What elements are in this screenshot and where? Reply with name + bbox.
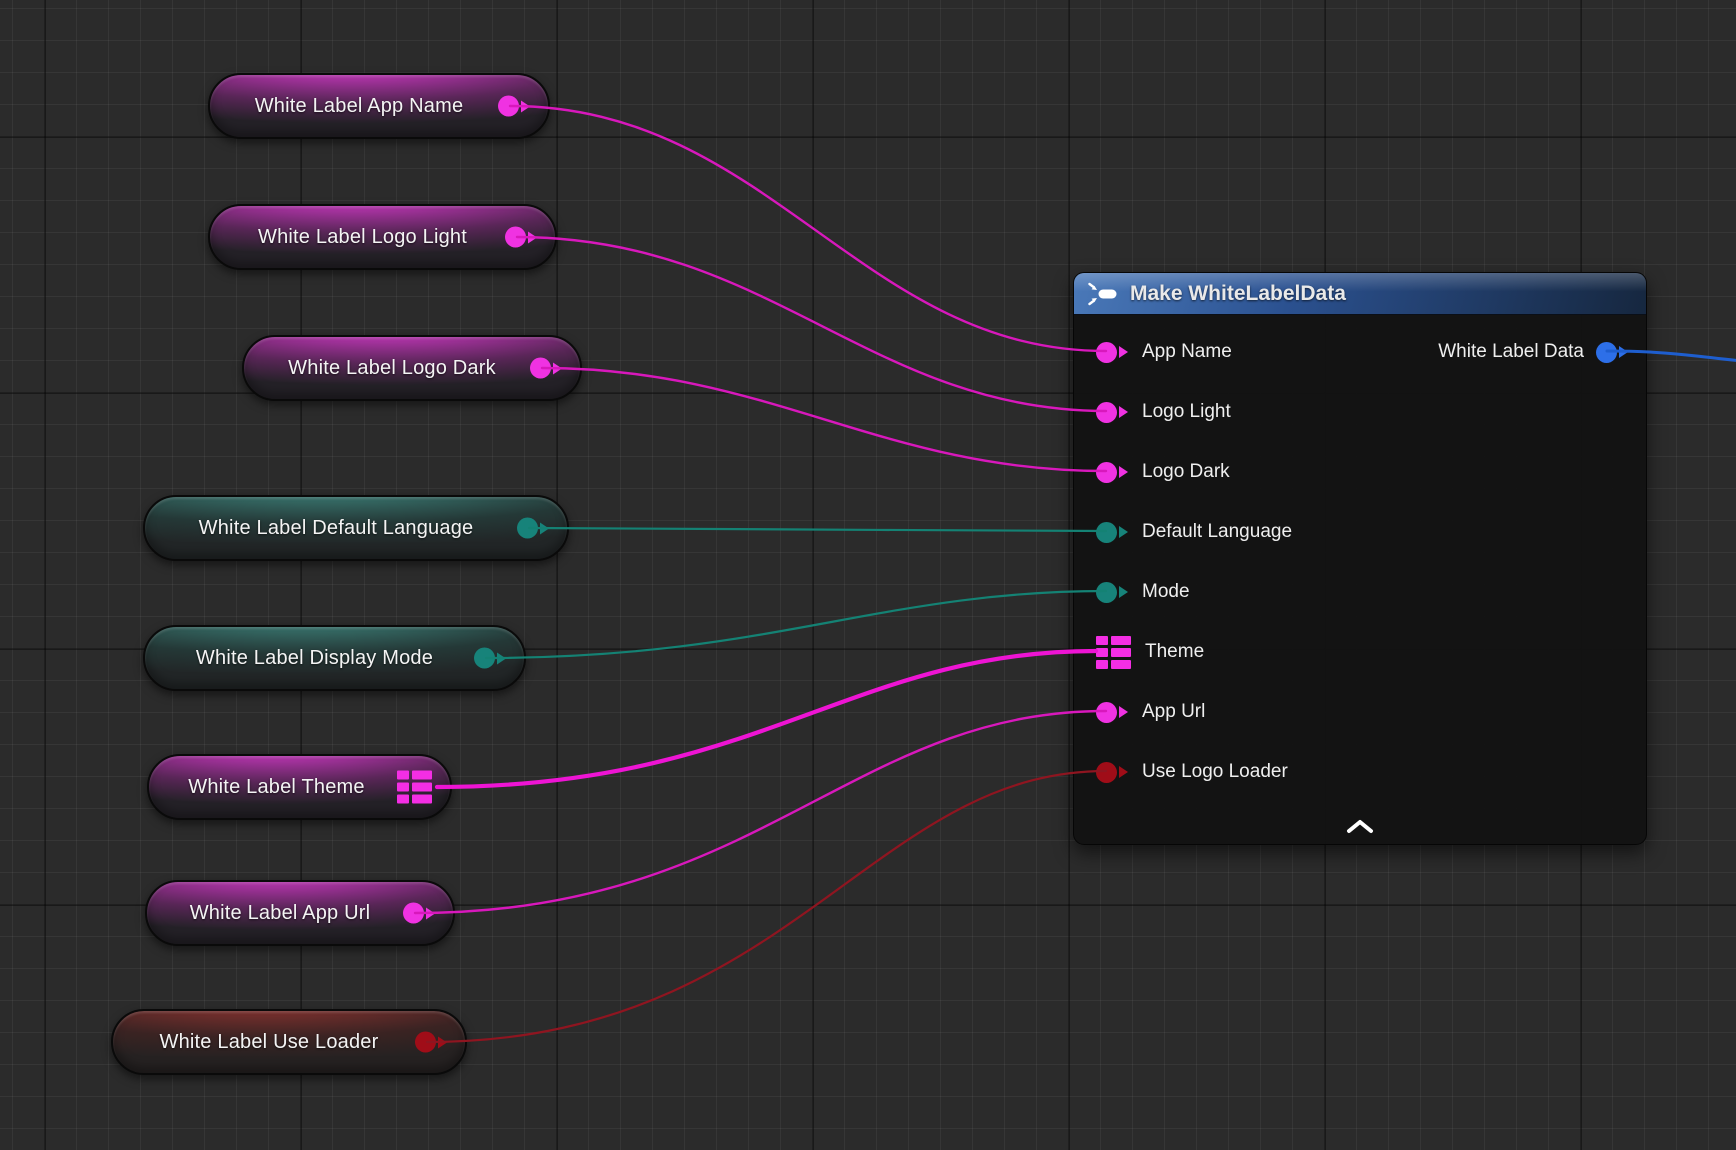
string-input-pin[interactable] [1096, 462, 1128, 483]
pin-label: Logo Dark [1142, 461, 1230, 483]
struct-pin-icon [397, 771, 432, 804]
pin-label: App Url [1142, 701, 1205, 723]
pin-label: App Name [1142, 341, 1232, 363]
node-header[interactable]: Make WhiteLabelData [1074, 273, 1646, 315]
string-output-pin[interactable] [505, 227, 537, 248]
var-node-label: White Label Default Language [171, 517, 501, 540]
var-node-label: White Label Theme [175, 776, 378, 799]
var-node-white-label-logo-light[interactable]: White Label Logo Light [208, 204, 557, 270]
bool-output-pin[interactable] [415, 1032, 447, 1053]
var-node-label: White Label App Url [173, 902, 387, 925]
node-title: Make WhiteLabelData [1130, 282, 1346, 306]
string-input-pin[interactable] [1096, 702, 1128, 723]
struct-pin-icon [1096, 636, 1131, 669]
wire-app-name[interactable] [510, 106, 1106, 351]
pin-label: Logo Light [1142, 401, 1231, 423]
var-node-white-label-default-language[interactable]: White Label Default Language [143, 495, 569, 561]
var-node-white-label-theme[interactable]: White Label Theme [147, 754, 452, 820]
string-output-pin[interactable] [530, 358, 562, 379]
var-node-white-label-app-name[interactable]: White Label App Name [208, 73, 550, 139]
make-whitelabeldata-node[interactable]: Make WhiteLabelData App Name Logo Light … [1073, 272, 1647, 845]
var-node-white-label-display-mode[interactable]: White Label Display Mode [143, 625, 526, 691]
input-row-logo-dark: Logo Dark [1096, 442, 1292, 502]
collapse-node-button[interactable] [1336, 815, 1384, 838]
var-node-label: White Label Logo Dark [270, 357, 514, 380]
string-output-pin[interactable] [498, 96, 530, 117]
string-output-pin[interactable] [403, 903, 435, 924]
struct-output-pin[interactable] [1596, 342, 1628, 363]
wire-app-url[interactable] [415, 711, 1106, 913]
enum-input-pin[interactable] [1096, 582, 1128, 603]
input-row-app-name: App Name [1096, 322, 1292, 382]
pin-label: Mode [1142, 581, 1190, 603]
input-row-use-logo-loader: Use Logo Loader [1096, 742, 1292, 802]
pin-label: Default Language [1142, 521, 1292, 543]
struct-input-pin[interactable] [1096, 636, 1131, 669]
blueprint-graph-canvas[interactable]: White Label App Name White Label Logo Li… [0, 0, 1736, 1150]
pin-label: Use Logo Loader [1142, 761, 1288, 783]
struct-output-pin[interactable] [397, 771, 432, 804]
var-node-label: White Label Use Loader [139, 1031, 399, 1054]
string-input-pin[interactable] [1096, 342, 1128, 363]
chevron-up-icon [1346, 819, 1374, 834]
string-input-pin[interactable] [1096, 402, 1128, 423]
var-node-white-label-app-url[interactable]: White Label App Url [145, 880, 455, 946]
input-row-mode: Mode [1096, 562, 1292, 622]
wire-logo-dark[interactable] [542, 368, 1106, 471]
bool-input-pin[interactable] [1096, 762, 1128, 783]
input-row-logo-light: Logo Light [1096, 382, 1292, 442]
input-row-default-language: Default Language [1096, 502, 1292, 562]
wire-theme[interactable] [437, 651, 1096, 787]
input-row-app-url: App Url [1096, 682, 1292, 742]
wire-use-loader[interactable] [427, 771, 1106, 1042]
enum-output-pin[interactable] [517, 518, 549, 539]
wire-default-language[interactable] [529, 528, 1106, 531]
input-row-theme: Theme [1096, 622, 1292, 682]
var-node-label: White Label Logo Light [236, 226, 489, 249]
pin-label: Theme [1145, 641, 1204, 663]
enum-output-pin[interactable] [474, 648, 506, 669]
wire-logo-light[interactable] [517, 237, 1106, 411]
var-node-label: White Label Display Mode [171, 647, 458, 670]
var-node-white-label-use-loader[interactable]: White Label Use Loader [111, 1009, 467, 1075]
output-row-white-label-data: White Label Data [1438, 322, 1628, 382]
var-node-label: White Label App Name [236, 95, 482, 118]
make-struct-icon [1088, 282, 1118, 306]
enum-input-pin[interactable] [1096, 522, 1128, 543]
pin-label: White Label Data [1438, 341, 1584, 363]
var-node-white-label-logo-dark[interactable]: White Label Logo Dark [242, 335, 582, 401]
wire-display-mode[interactable] [486, 591, 1106, 658]
